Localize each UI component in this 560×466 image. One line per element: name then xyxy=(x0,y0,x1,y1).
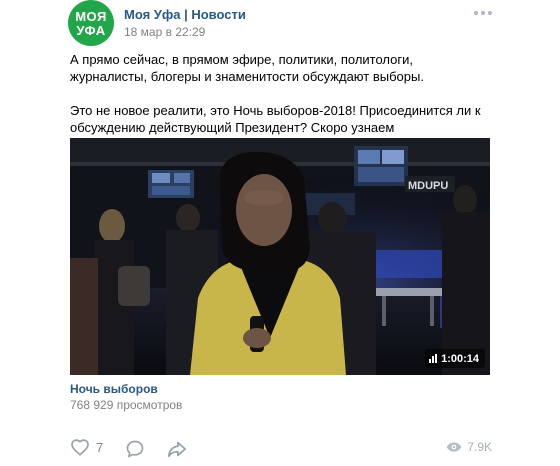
eye-icon xyxy=(446,442,462,452)
avatar-text-1: МОЯ xyxy=(75,8,107,24)
video-duration: 1:00:14 xyxy=(441,352,479,365)
post-paragraph-2: Это не новое реалити, это Ночь выборов-2… xyxy=(70,103,481,135)
background-sign-text: MDUPU xyxy=(408,180,448,192)
avatar-text-2: УФА xyxy=(76,22,106,38)
video-thumbnail: MDUPU xyxy=(70,138,490,375)
comment-icon xyxy=(126,440,144,458)
video-title[interactable]: Ночь выборов xyxy=(70,382,158,396)
post-view-count-value: 7.9K xyxy=(467,440,492,454)
like-button[interactable]: 7 xyxy=(70,438,103,456)
post-view-count: 7.9K xyxy=(446,440,492,454)
avatar[interactable]: МОЯ УФА xyxy=(68,0,114,46)
video-duration-badge: 1:00:14 xyxy=(425,349,485,368)
post-paragraph-1: А прямо сейчас, в прямом эфире, политики… xyxy=(70,52,424,84)
share-button[interactable] xyxy=(166,439,188,464)
more-options-icon[interactable] xyxy=(474,8,492,18)
like-count: 7 xyxy=(96,439,104,455)
volume-bars-icon xyxy=(429,354,438,363)
share-icon xyxy=(167,441,187,458)
author-name[interactable]: Моя Уфа | Новости xyxy=(124,7,246,22)
comment-button[interactable] xyxy=(125,439,145,464)
post-text: А прямо сейчас, в прямом эфире, политики… xyxy=(70,51,490,136)
video-views: 768 929 просмотров xyxy=(70,398,183,412)
post-date[interactable]: 18 мар в 22:29 xyxy=(124,25,205,39)
video-player[interactable]: MDUPU 1:00:14 xyxy=(70,138,490,375)
heart-icon xyxy=(71,439,89,456)
post-footer: 7 7.9K xyxy=(70,438,492,462)
